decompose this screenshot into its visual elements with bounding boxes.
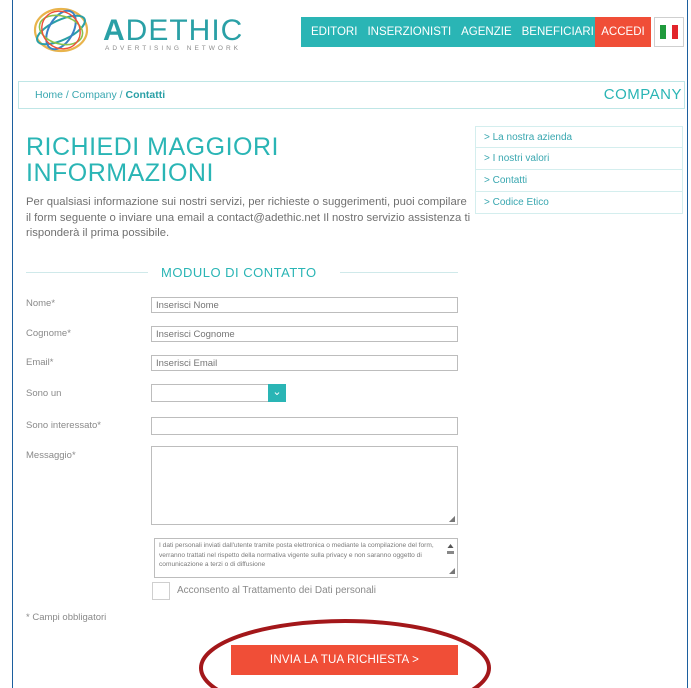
nav-item-inserzionisti[interactable]: INSERZIONISTI: [367, 26, 451, 38]
scroll-thumb: [447, 551, 454, 554]
messaggio-textarea[interactable]: ◢: [151, 446, 458, 525]
nav-item-beneficiari[interactable]: BENEFICIARI: [522, 26, 594, 38]
nome-field[interactable]: [151, 297, 458, 313]
nav-item-editori[interactable]: EDITORI: [311, 26, 357, 38]
breadcrumb-bar: Home / Company / Contatti COMPANY: [18, 81, 685, 109]
divider-right: [340, 272, 458, 273]
divider-left: [26, 272, 148, 273]
interessato-field[interactable]: [151, 417, 458, 435]
annotation-ring: [199, 619, 491, 688]
section-title: COMPANY: [603, 86, 682, 103]
breadcrumb-home[interactable]: Home: [35, 89, 63, 101]
side-menu-item-codice-etico[interactable]: > Codice Etico: [475, 192, 683, 214]
main-nav: EDITORI INSERZIONISTI AGENZIE BENEFICIAR…: [301, 17, 607, 47]
intro-text: Per qualsiasi informazione sui nostri se…: [26, 196, 471, 239]
consent-label: Acconsento al Trattamento dei Dati perso…: [177, 585, 376, 596]
logo-wordmark: ADETHIC: [103, 14, 243, 48]
consent-checkbox[interactable]: [152, 582, 170, 600]
privacy-textbox[interactable]: I dati personali inviati dall'utente tra…: [154, 538, 458, 578]
side-menu: > La nostra azienda > I nostri valori > …: [475, 126, 683, 214]
logo-text: DETHIC: [125, 14, 244, 47]
italian-flag-icon[interactable]: [654, 17, 684, 47]
breadcrumb-current: Contatti: [125, 89, 166, 101]
resize-grip-icon: [449, 568, 455, 574]
privacy-text: I dati personali inviati dall'utente tra…: [159, 542, 434, 568]
breadcrumb: Home / Company / Contatti: [35, 89, 165, 101]
page-frame: ADETHIC ADVERTISING NETWORK EDITORI INSE…: [12, 0, 688, 688]
cognome-field[interactable]: [151, 326, 458, 342]
sono-un-select[interactable]: ⌄: [151, 384, 286, 402]
page-title-line-1: RICHIEDI MAGGIORI: [26, 133, 279, 161]
sono-un-label: Sono un: [26, 388, 62, 399]
breadcrumb-separator: /: [63, 89, 72, 101]
side-menu-item-azienda[interactable]: > La nostra azienda: [475, 126, 683, 148]
privacy-scrollbar[interactable]: [445, 540, 456, 576]
logo-subtitle: ADVERTISING NETWORK: [105, 45, 241, 52]
breadcrumb-separator: /: [116, 89, 126, 101]
email-label: Email*: [26, 357, 54, 368]
email-field[interactable]: [151, 355, 458, 371]
scroll-up-arrow-icon: [447, 544, 454, 548]
logo-letter: A: [103, 14, 126, 47]
interessato-label: Sono interessato*: [26, 420, 101, 431]
side-menu-item-valori[interactable]: > I nostri valori: [475, 148, 683, 170]
page-title: RICHIEDI MAGGIORI INFORMAZIONI: [26, 134, 356, 186]
nome-label: Nome*: [26, 298, 56, 309]
login-button[interactable]: ACCEDI: [595, 17, 651, 47]
globe-logo-icon: [33, 7, 89, 53]
adethic-logo[interactable]: ADETHIC ADVERTISING NETWORK: [31, 5, 261, 55]
side-menu-item-contatti[interactable]: > Contatti: [475, 170, 683, 192]
resize-grip-icon[interactable]: ◢: [449, 514, 455, 523]
messaggio-label: Messaggio*: [26, 450, 76, 461]
form-heading: MODULO DI CONTATTO: [161, 265, 317, 280]
cognome-label: Cognome*: [26, 328, 71, 339]
required-fields-note: * Campi obbligatori: [26, 612, 107, 623]
breadcrumb-company[interactable]: Company: [72, 89, 117, 101]
chevron-down-icon[interactable]: ⌄: [268, 384, 286, 402]
page-title-line-2: INFORMAZIONI: [26, 159, 214, 187]
nav-item-agenzie[interactable]: AGENZIE: [461, 26, 511, 38]
